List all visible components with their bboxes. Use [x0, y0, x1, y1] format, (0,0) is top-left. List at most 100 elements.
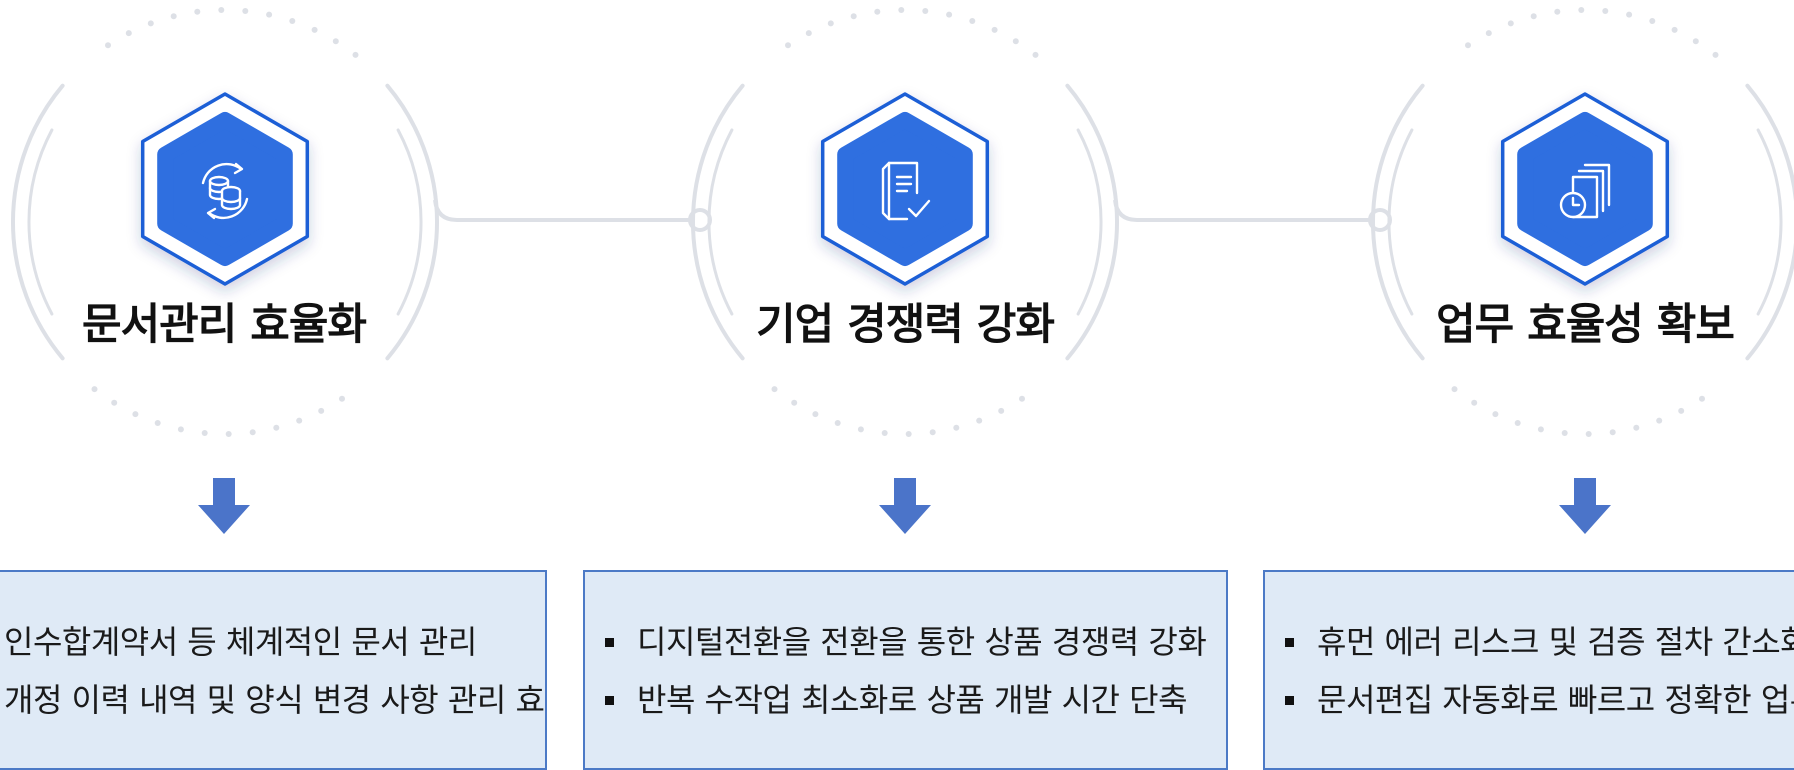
- ring-dot: [132, 411, 139, 418]
- bullet-icon: [605, 638, 614, 647]
- ring-dot: [1019, 395, 1025, 402]
- ring-dot: [170, 13, 177, 20]
- ring-dot: [91, 386, 98, 393]
- database-sync-icon: [189, 155, 261, 227]
- ring-dot: [273, 424, 280, 431]
- ring-dot: [922, 8, 929, 14]
- feature-description-box: 디지털전환을 전환을 통한 상품 경쟁력 강화 반복 수작업 최소화로 상품 개…: [583, 570, 1228, 770]
- ring-dot: [1699, 395, 1705, 402]
- ring-dot: [1012, 38, 1019, 45]
- connector-line: [1113, 199, 1372, 222]
- ring-dot: [1602, 8, 1609, 14]
- ring-dot: [1451, 386, 1458, 393]
- ring-dot: [969, 18, 976, 24]
- ring-dot: [998, 407, 1005, 414]
- list-item: 디지털전환을 전환을 통한 상품 경쟁력 강화: [585, 613, 1226, 671]
- feature-title: 업무 효율성 확보: [1436, 300, 1735, 350]
- list-item: 개정 이력 내역 및 양식 변경 사항 관리 효율화: [0, 671, 545, 729]
- ring-dot: [1712, 51, 1719, 58]
- list-item: 인수합계약서 등 체계적인 문서 관리: [0, 613, 545, 671]
- ring-dot: [946, 11, 953, 18]
- ring-dot: [296, 417, 303, 424]
- ring-dot: [1626, 11, 1633, 18]
- ring-dot: [1530, 13, 1537, 20]
- ring-dot: [111, 399, 118, 406]
- ring-dot: [805, 30, 812, 37]
- bullet-icon: [1285, 696, 1294, 705]
- ring-dot: [1537, 426, 1544, 433]
- ring-dot: [318, 407, 325, 414]
- list-item: 반복 수작업 최소화로 상품 개발 시간 단축: [585, 671, 1226, 729]
- ring-dot: [785, 42, 791, 49]
- ring-dot: [194, 8, 201, 15]
- ring-dot: [1671, 26, 1678, 33]
- ring-dot: [311, 26, 318, 33]
- list-item-text: 휴먼 에러 리스크 및 검증 절차 간소화: [1317, 623, 1794, 661]
- ring-dot: [242, 8, 249, 14]
- ring-dot: [1492, 411, 1499, 418]
- ring-dot: [1554, 8, 1561, 15]
- ring-dot: [1609, 429, 1616, 436]
- ring-dot: [1561, 430, 1568, 436]
- ring-dot: [771, 386, 778, 393]
- feature-description-box: 휴먼 에러 리스크 및 검증 절차 간소화 문서편집 자동화로 빠르고 정확한 …: [1263, 570, 1794, 770]
- feature-description-box: 인수합계약서 등 체계적인 문서 관리 개정 이력 내역 및 양식 변경 사항 …: [0, 570, 547, 770]
- ring-dot: [1649, 18, 1656, 24]
- ring-dot: [905, 431, 912, 437]
- ring-dot: [850, 13, 857, 20]
- ring-dot: [352, 51, 359, 58]
- ring-dot: [953, 424, 960, 431]
- ring-dot: [1485, 30, 1492, 37]
- ring-dot: [791, 399, 798, 406]
- ring-dot: [874, 8, 881, 15]
- list-item: 휴먼 에러 리스크 및 검증 절차 간소화: [1265, 613, 1794, 671]
- ring-arc: [1387, 128, 1414, 316]
- ring-dot: [1514, 420, 1521, 426]
- connector-line: [433, 199, 692, 222]
- ring-dot: [881, 430, 888, 436]
- ring-dot: [1585, 431, 1592, 437]
- ring-dot: [1465, 42, 1471, 49]
- ring-arc: [1076, 128, 1103, 316]
- ring-dot: [976, 417, 983, 424]
- ring-arc: [1756, 128, 1783, 316]
- down-arrow-icon: [198, 478, 250, 534]
- ring-dot: [1692, 38, 1699, 45]
- list-item-text: 디지털전환을 전환을 통한 상품 경쟁력 강화: [637, 623, 1207, 661]
- ring-dot: [289, 18, 296, 24]
- list-item-text: 인수합계약서 등 체계적인 문서 관리: [4, 623, 477, 661]
- ring-dot: [218, 7, 225, 13]
- list-item: 문서편집 자동화로 빠르고 정확한 업무 처리: [1265, 671, 1794, 729]
- ring-dot: [339, 395, 345, 402]
- ring-dot: [225, 431, 232, 437]
- bullet-icon: [605, 696, 614, 705]
- ring-dot: [827, 20, 834, 27]
- ring-dot: [1471, 399, 1478, 406]
- ring-dot: [125, 30, 132, 37]
- ring-dot: [812, 411, 819, 418]
- ring-arc: [707, 128, 734, 316]
- list-item-text: 문서편집 자동화로 빠르고 정확한 업무 처리: [1317, 681, 1794, 719]
- ring-dot: [332, 38, 339, 45]
- ring-dot: [929, 429, 936, 436]
- list-item-text: 반복 수작업 최소화로 상품 개발 시간 단축: [637, 681, 1188, 719]
- feature-title: 기업 경쟁력 강화: [756, 300, 1055, 350]
- ring-arc: [27, 128, 54, 316]
- ring-arc: [396, 128, 423, 316]
- ring-dot: [1578, 7, 1585, 13]
- ring-dot: [1032, 51, 1039, 58]
- ring-dot: [857, 426, 864, 433]
- ring-dot: [201, 430, 208, 436]
- down-arrow-icon: [879, 478, 931, 534]
- ring-dot: [898, 7, 905, 13]
- ring-dot: [105, 42, 111, 49]
- bullet-icon: [1285, 638, 1294, 647]
- ring-dot: [1656, 417, 1663, 424]
- feature-title: 문서관리 효율화: [82, 300, 367, 350]
- document-history-icon: [1549, 155, 1621, 227]
- ring-dot: [1633, 424, 1640, 431]
- list-item-text: 개정 이력 내역 및 양식 변경 사항 관리 효율화: [4, 681, 547, 719]
- ring-dot: [177, 426, 184, 433]
- ring-dot: [834, 420, 841, 426]
- ring-dot: [1678, 407, 1685, 414]
